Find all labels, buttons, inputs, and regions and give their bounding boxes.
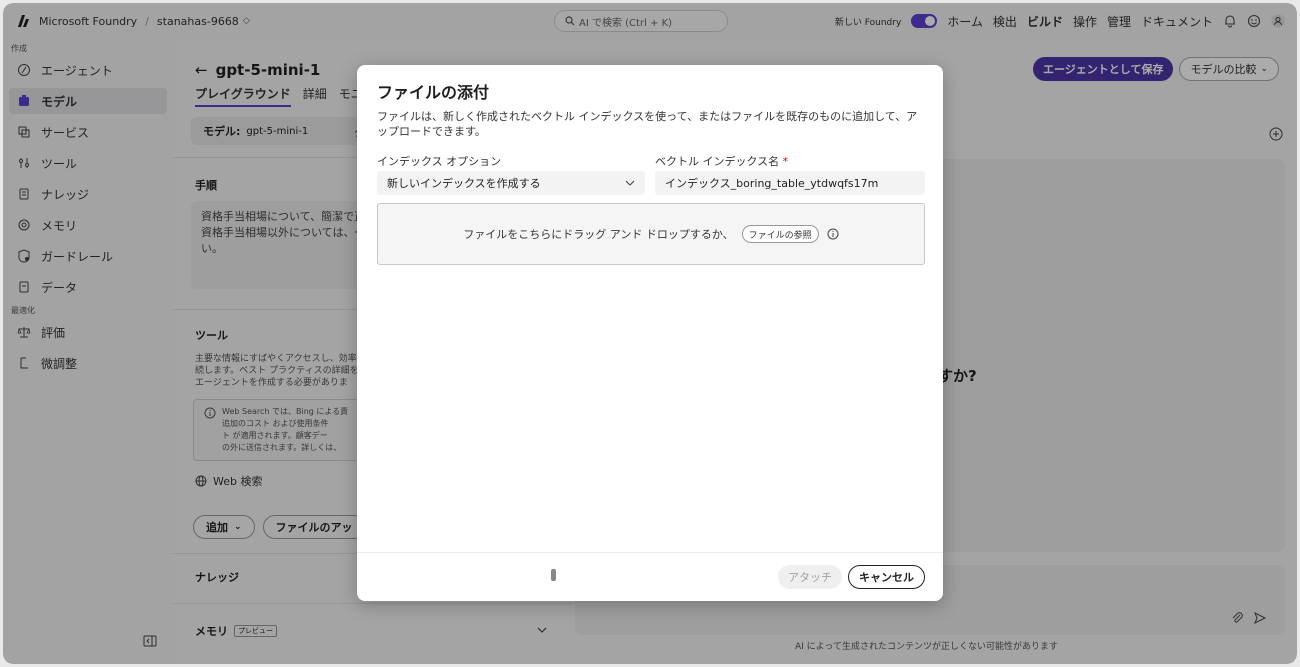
vector-index-name-input[interactable] — [655, 171, 925, 195]
chevron-down-icon — [625, 180, 635, 186]
browse-files-button[interactable]: ファイルの参照 — [741, 225, 819, 243]
scrollbar-thumb[interactable] — [551, 569, 556, 581]
vector-index-label: ベクトル インデックス名 * — [655, 153, 788, 169]
dialog-footer: アタッチ キャンセル — [778, 565, 925, 589]
info-icon[interactable] — [827, 228, 839, 240]
index-option-select[interactable]: 新しいインデックスを作成する — [377, 171, 645, 195]
dropzone-text: ファイルをこちらにドラッグ アンド ドロップするか、 — [463, 228, 734, 241]
file-dropzone[interactable]: ファイルをこちらにドラッグ アンド ドロップするか、 ファイルの参照 — [377, 203, 925, 265]
index-option-label: インデックス オプション — [377, 155, 502, 168]
attach-button[interactable]: アタッチ — [778, 565, 842, 589]
index-option-value: 新しいインデックスを作成する — [387, 177, 541, 190]
dialog-title: ファイルの添付 — [377, 83, 490, 102]
attach-files-dialog: ファイルの添付 ファイルは、新しく作成されたベクトル インデックスを使って、また… — [357, 65, 943, 601]
dialog-description: ファイルは、新しく作成されたベクトル インデックスを使って、またはファイルを既存… — [377, 110, 918, 138]
vector-index-label-text: ベクトル インデックス名 — [655, 155, 780, 168]
cancel-button[interactable]: キャンセル — [848, 565, 925, 589]
app-window: Microsoft Foundry / stanahas-9668 ◇ AI で… — [3, 3, 1297, 664]
dialog-footer-divider — [357, 552, 943, 553]
required-mark: * — [782, 155, 789, 168]
